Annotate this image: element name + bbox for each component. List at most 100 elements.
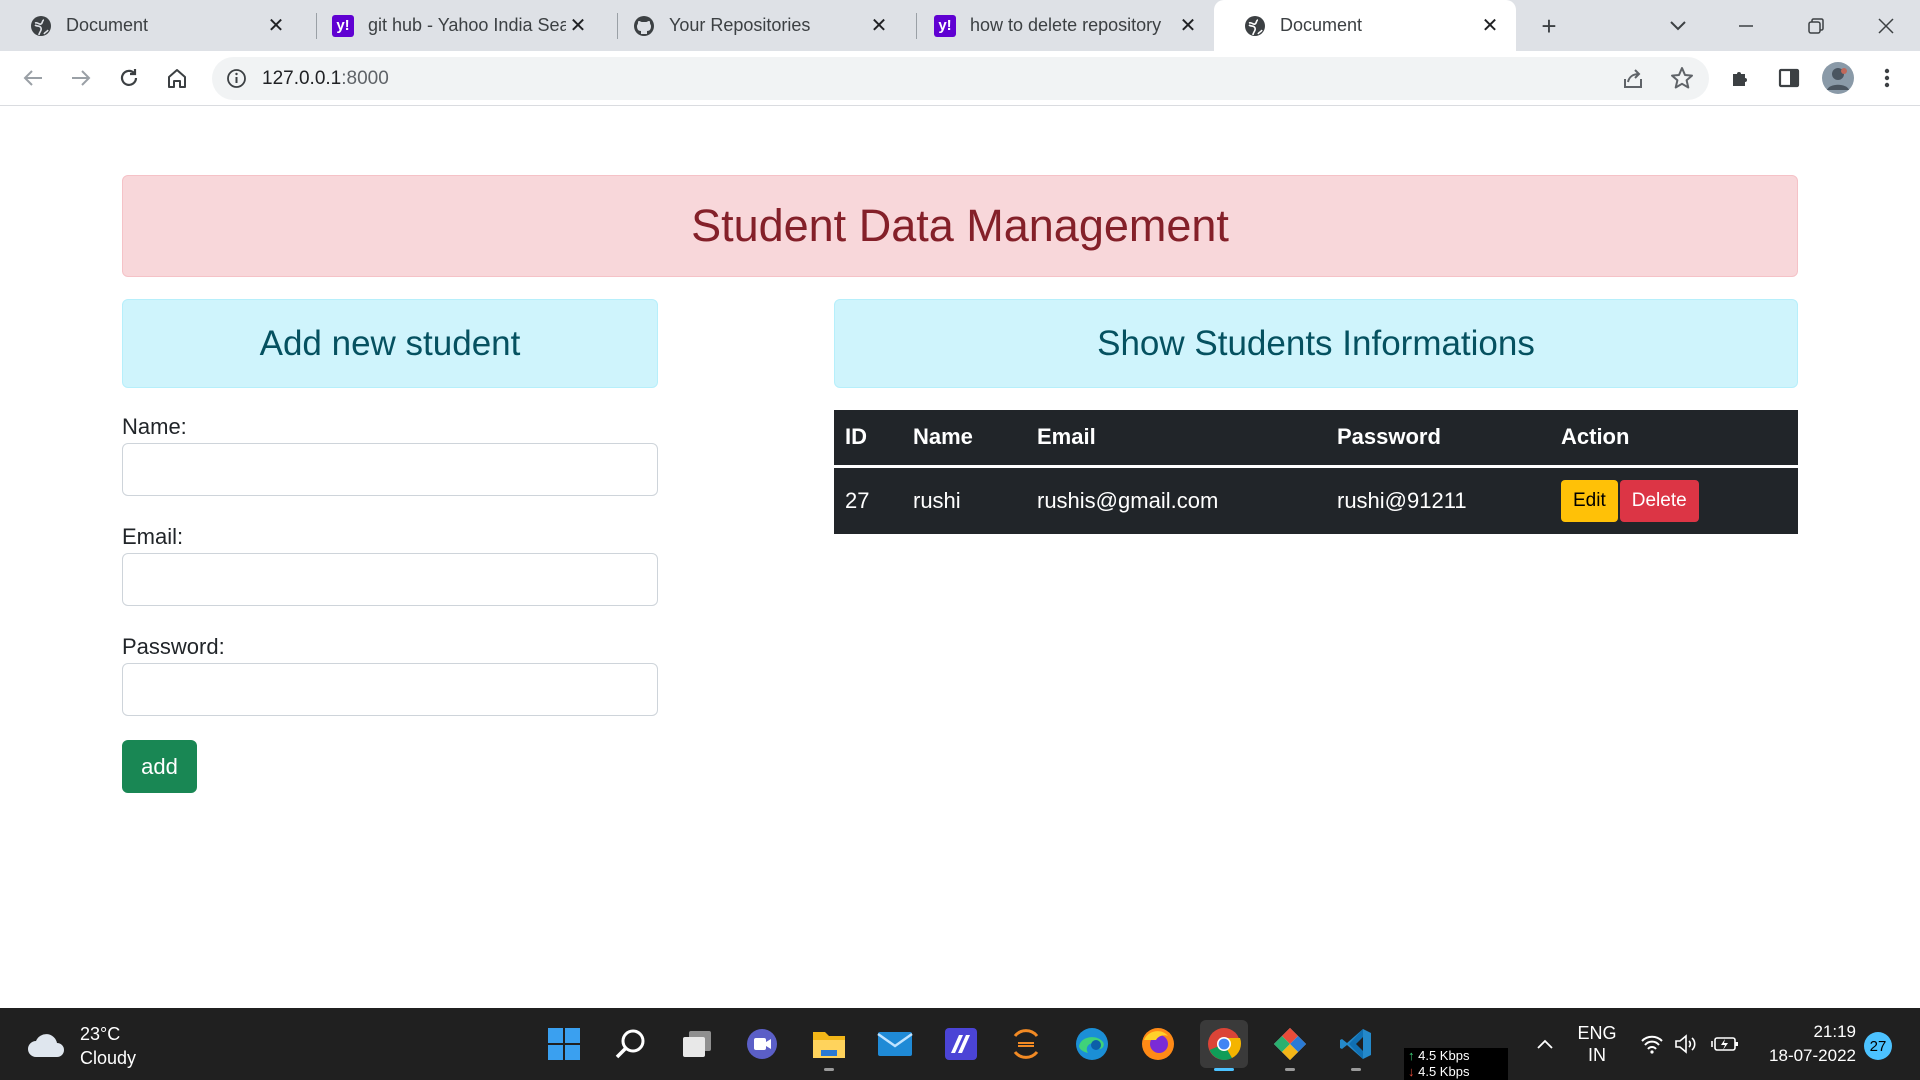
eclipse-ide-icon[interactable] [1002,1020,1050,1068]
system-clock[interactable]: 21:19 18-07-2022 [1756,1020,1856,1068]
tab-search-chevron-icon[interactable] [1660,8,1696,44]
page-content: Student Data Management Add new student … [0,106,1920,1008]
close-window-button[interactable] [1868,8,1904,44]
column-header-name: Name [902,410,1026,468]
add-button[interactable]: add [122,740,197,793]
name-field[interactable] [122,443,658,496]
weather-temp: 23°C [80,1024,121,1044]
language-indicator[interactable]: ENG IN [1572,1008,1622,1080]
column-header-action: Action [1550,410,1798,468]
github-icon [633,15,655,37]
column-header-password: Password [1326,410,1550,468]
wifi-icon[interactable] [1638,1008,1666,1080]
cloud-icon [26,1033,66,1059]
running-indicator [824,1068,834,1071]
close-icon[interactable]: ✕ [566,14,590,38]
browser-toolbar: 127.0.0.1:8000 [0,51,1920,106]
firefox-icon[interactable] [1134,1020,1182,1068]
new-tab-button[interactable]: + [1531,8,1567,44]
close-icon[interactable]: ✕ [1478,14,1502,38]
forward-button[interactable] [62,59,100,97]
menu-kebab-icon[interactable] [1868,59,1906,97]
restore-button[interactable] [1798,8,1834,44]
show-hidden-icons-chevron-icon[interactable] [1532,1008,1558,1080]
home-button[interactable] [158,59,196,97]
password-field[interactable] [122,663,658,716]
cell-email: rushis@gmail.com [1037,487,1219,513]
cell-password: rushi@91211 [1337,487,1467,513]
search-icon[interactable] [607,1020,655,1068]
weather-desc: Cloudy [80,1048,137,1068]
table-header-row: ID Name Email Password Action [834,410,1798,468]
chrome-icon[interactable] [1200,1020,1248,1071]
edit-button[interactable]: Edit [1561,479,1618,522]
tab-title: Your Repositories [669,15,811,35]
tab-title: Document [1280,15,1363,35]
edge-browser-icon[interactable] [1068,1020,1116,1068]
table-row: 27 rushi rushis@gmail.com rushi@91211 Ed… [834,466,1798,534]
mail-icon[interactable] [871,1020,919,1068]
close-icon[interactable]: ✕ [264,14,288,38]
notification-badge[interactable]: 27 [1864,1032,1892,1060]
teams-chat-icon[interactable] [738,1020,786,1068]
email-field[interactable] [122,553,658,606]
weather-widget[interactable]: 23°C Cloudy [26,1022,136,1070]
column-header-id: ID [834,410,902,468]
share-icon[interactable] [1621,67,1645,96]
yahoo-icon: y! [934,14,956,37]
info-icon[interactable] [226,68,247,94]
back-button[interactable] [14,59,52,97]
url-text[interactable]: 127.0.0.1:8000 [262,68,389,90]
address-bar[interactable]: 127.0.0.1:8000 [212,57,1709,100]
git-client-icon[interactable] [1266,1020,1314,1071]
cell-action: Edit Delete [1550,466,1798,534]
show-students-heading: Show Students Informations [834,299,1798,388]
vscode-icon[interactable] [1332,1020,1380,1071]
add-student-heading: Add new student [122,299,658,388]
net-upload: ↑ 4.5 Kbps [1408,1048,1470,1063]
extensions-puzzle-icon[interactable] [1722,59,1760,97]
whiteboard-app-icon[interactable] [937,1020,985,1068]
profile-avatar[interactable] [1819,59,1857,97]
side-panel-icon[interactable] [1770,59,1808,97]
tab-title: how to delete repository [970,15,1162,35]
cell-id: 27 [845,487,870,513]
tab-title: git hub - Yahoo India Sear [368,15,566,35]
file-explorer-icon[interactable] [805,1020,853,1071]
running-indicator [1351,1068,1361,1071]
running-indicator [1214,1068,1234,1071]
lang-code: ENG [1577,1023,1617,1043]
task-view-icon[interactable] [673,1020,721,1068]
tab-strip: Document ✕ y! git hub - Yahoo India Sear… [0,0,1920,51]
start-button[interactable] [540,1020,588,1068]
students-table: ID Name Email Password Action 27 rushi r… [834,410,1798,534]
email-label: Email: [122,524,184,549]
tab-document-1[interactable]: Document ✕ [0,0,302,51]
close-icon[interactable]: ✕ [1176,14,1200,38]
tab-how-to-delete-repository[interactable]: y! how to delete repository ✕ [904,0,1214,51]
column-header-email: Email [1026,410,1326,468]
cell-name: rushi [913,487,961,513]
url-host: 127.0.0.1 [262,68,342,89]
yahoo-icon: y! [332,14,354,37]
battery-charging-icon[interactable] [1710,1008,1740,1080]
globe-icon [30,15,52,37]
tab-yahoo-search[interactable]: y! git hub - Yahoo India Sear ✕ [302,0,604,51]
clock-date: 18-07-2022 [1769,1046,1856,1065]
url-port: :8000 [341,68,389,89]
volume-icon[interactable] [1672,1008,1700,1080]
net-download: ↓ 4.5 Kbps [1408,1064,1470,1079]
reload-button[interactable] [110,59,148,97]
network-speed-meter: ↑ 4.5 Kbps ↓ 4.5 Kbps [1404,1048,1508,1080]
globe-icon [1244,15,1266,37]
minimize-button[interactable] [1728,8,1764,44]
tab-title: Document [66,15,149,35]
windows-taskbar: 23°C Cloudy ↑ 4.5 Kbps ↓ 4.5 Kbps ENG IN… [0,1008,1920,1080]
tab-document-active[interactable]: Document ✕ [1214,0,1516,51]
close-icon[interactable]: ✕ [867,14,891,38]
page-title: Student Data Management [122,175,1798,277]
tab-your-repositories[interactable]: Your Repositories ✕ [603,0,905,51]
lang-region: IN [1588,1045,1606,1065]
bookmark-star-icon[interactable] [1670,66,1694,95]
delete-button[interactable]: Delete [1619,479,1699,522]
